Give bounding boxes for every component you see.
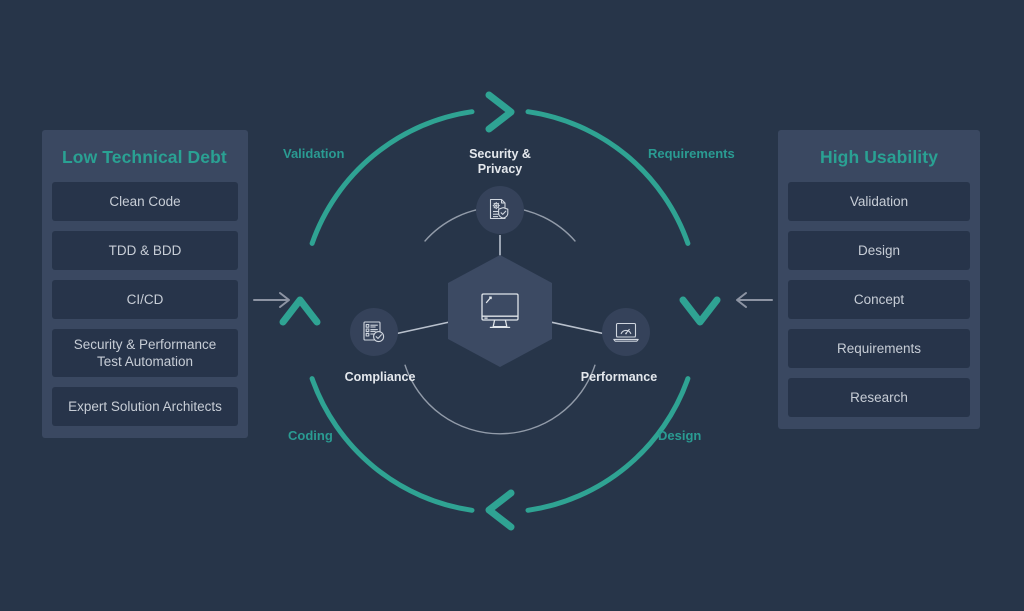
arrow-left-icon	[736, 292, 773, 308]
list-item[interactable]: Expert Solution Architects	[52, 387, 238, 426]
laptop-gauge-icon	[613, 322, 639, 342]
list-item[interactable]: Requirements	[788, 329, 970, 368]
ring-label-requirements: Requirements	[648, 146, 735, 161]
node-circle-compliance[interactable]	[350, 308, 398, 356]
ring-arc-requirements	[525, 109, 691, 246]
center-node-hexagon[interactable]	[448, 255, 552, 367]
checklist-check-icon	[363, 321, 385, 343]
node-label-security-privacy: Security & Privacy	[422, 147, 578, 177]
ring-label-validation: Validation	[283, 146, 345, 161]
node-label-line2: Privacy	[477, 162, 523, 176]
ring-arc-coding	[309, 376, 475, 513]
node-circle-security-privacy[interactable]	[476, 186, 524, 234]
list-item[interactable]: CI/CD	[52, 280, 238, 319]
ring-label-design: Design	[658, 428, 702, 443]
ring-arc-validation	[309, 109, 475, 246]
list-item[interactable]: Clean Code	[52, 182, 238, 221]
document-gear-shield-icon	[489, 198, 509, 220]
panel-title-left: Low Technical Debt	[62, 147, 227, 167]
arrow-right-icon	[253, 292, 290, 308]
lifecycle-diagram: Validation Requirements Coding Design Se…	[272, 83, 735, 539]
list-item[interactable]: TDD & BDD	[52, 231, 238, 270]
chevron-bottom-icon	[485, 489, 515, 531]
low-technical-debt-panel: Low Technical Debt Clean Code TDD & BDD …	[42, 130, 248, 438]
list-item[interactable]: Research	[788, 378, 970, 417]
list-item[interactable]: Concept	[788, 280, 970, 319]
node-label-compliance: Compliance	[344, 370, 416, 384]
list-item[interactable]: Validation	[788, 182, 970, 221]
node-circle-performance[interactable]	[602, 308, 650, 356]
high-usability-panel: High Usability Validation Design Concept…	[778, 130, 980, 429]
list-item[interactable]: Design	[788, 231, 970, 270]
chevron-right-icon	[679, 296, 721, 326]
node-label-performance: Performance	[580, 370, 658, 384]
ring-label-coding: Coding	[288, 428, 333, 443]
desktop-monitor-icon	[481, 293, 519, 329]
ring-arc-design	[525, 376, 691, 513]
node-label-line1: Security &	[469, 147, 531, 161]
panel-title-right: High Usability	[819, 147, 939, 167]
list-item[interactable]: Security & Performance Test Automation	[52, 329, 238, 377]
chevron-top-icon	[485, 91, 515, 133]
